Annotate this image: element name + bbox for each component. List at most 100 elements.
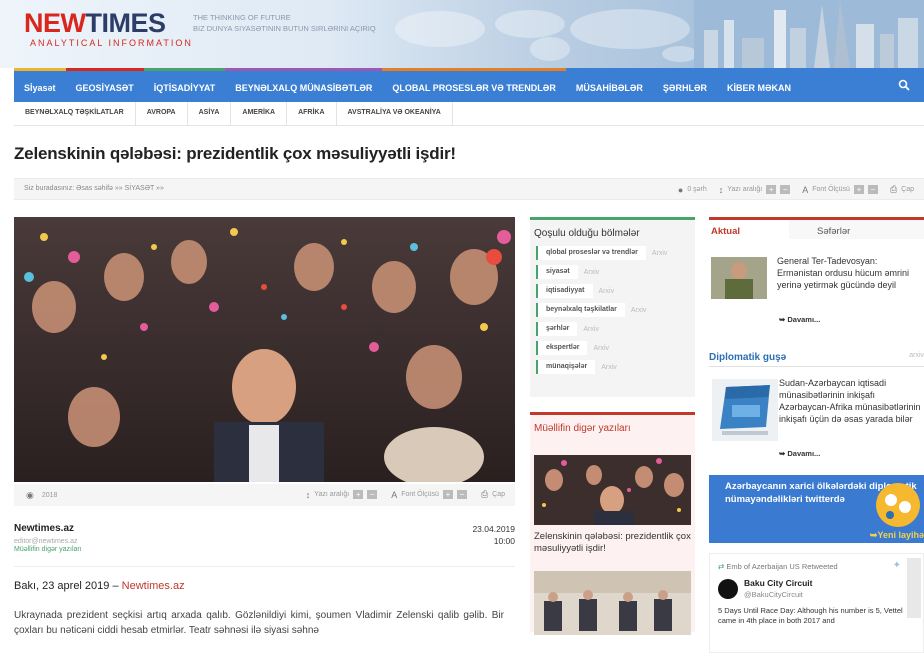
nav-item-qlobal[interactable]: QLOBAL PROSESLƏR VƏ TRENDLƏR: [382, 68, 566, 102]
tweet-author-handle[interactable]: @BakuCityCircuit: [744, 590, 803, 599]
avatar[interactable]: [718, 579, 738, 599]
line-spacing-decrease-button[interactable]: −: [780, 185, 791, 194]
article-body: Ukraynada prezident seçkisi artıq arxada…: [14, 610, 504, 636]
main-nav: Sİyasət GEOSİYASƏT İQTİSADİYYAT BEYNƏLXA…: [14, 68, 924, 102]
read-more-link[interactable]: ➥ Davamı...: [779, 315, 820, 324]
section-archive-link[interactable]: Arxiv: [599, 288, 615, 295]
section-archive-link[interactable]: Arxiv: [584, 269, 600, 276]
tweet-author-name[interactable]: Baku City Circuit: [744, 578, 813, 588]
photo-line-spacing-decrease-button[interactable]: −: [367, 490, 378, 499]
section-archive-link[interactable]: Arxiv: [593, 345, 609, 352]
subnav-item-amerika[interactable]: AMERİKA: [231, 102, 288, 125]
other-post-thumbnail[interactable]: [534, 455, 691, 525]
news-title[interactable]: General Ter-Tadevosyan: Ermənistan ordus…: [777, 255, 924, 291]
section-archive-link[interactable]: Arxiv: [601, 364, 617, 371]
font-size-increase-button[interactable]: +: [853, 185, 864, 194]
photo-tools-bar: ◉ 2018 ↕ Yazı aralığı + − A Font Ölçüsü + − ⎙ Ça…: [14, 484, 515, 506]
nav-item-siyaset[interactable]: Sİyasət: [14, 68, 66, 102]
logo-times-text: TIMES: [85, 8, 167, 38]
new-project-text: Yeni layihə: [877, 530, 924, 540]
site-logo[interactable]: NEWTIMES: [24, 8, 166, 39]
section-tag-qlobal[interactable]: qlobal proseslər və trendlər: [536, 246, 646, 260]
other-posts-heading: Müəllifin digər yazıları: [534, 423, 631, 434]
diplomatic-read-more-label: Davamı...: [787, 449, 821, 458]
search-button[interactable]: [884, 68, 924, 102]
photo-print-button[interactable]: ⎙ Çap: [481, 489, 505, 500]
section-archive-link[interactable]: Arxiv: [652, 250, 668, 257]
section-tag-siyaset[interactable]: siyasət: [536, 265, 578, 279]
tagline-line-2: BIZ DUNYA SIYASƏTININ BUTUN SIRLƏRINI AÇ…: [193, 24, 376, 33]
section-archive-link[interactable]: Arxiv: [631, 307, 647, 314]
subnav-item-avstraliya[interactable]: AVSTRALİYA VƏ OKEANİYA: [337, 102, 453, 125]
subnav-item-teskilatlar[interactable]: BEYNƏLXALQ TƏŞKİLATLAR: [14, 102, 136, 125]
section-tag-ekspertler[interactable]: ekspertlər: [536, 341, 588, 355]
comment-icon: ●: [677, 184, 684, 195]
logo-new-text: NEW: [24, 8, 86, 38]
line-spacing-increase-button[interactable]: +: [766, 185, 777, 194]
author-email[interactable]: editor@newtimes.az: [14, 538, 515, 545]
retweet-label: Emb of Azerbaijan US Retweeted: [726, 562, 838, 571]
line-spacing-control: ↕ Yazı aralığı + −: [719, 185, 791, 195]
nav-item-beynelxalq[interactable]: BEYNƏLXALQ MÜNASİBƏTLƏR: [225, 68, 383, 102]
nav-item-sherhler[interactable]: ŞƏRHLƏR: [652, 68, 717, 102]
divider: [14, 566, 515, 567]
twitter-feed-widget: ⇄ Emb of Azerbaijan US Retweeted ✦ Baku …: [709, 553, 924, 653]
sections-box: Qoşulu olduğu bölmələr qlobal proseslər …: [530, 217, 695, 397]
meeting-photo-graphic: [534, 571, 691, 635]
section-archive-link[interactable]: Arxiv: [583, 326, 599, 333]
article-time: 10:00: [493, 536, 515, 546]
photo-font-size-decrease-button[interactable]: −: [456, 490, 467, 499]
font-size-decrease-button[interactable]: −: [867, 185, 878, 194]
nav-item-iqtisadiyyat[interactable]: İQTİSADİYYAT: [143, 68, 226, 102]
section-item: beynəlxalq təşkilatlar Arxiv: [536, 302, 695, 318]
author-source[interactable]: Newtimes.az: [14, 523, 515, 534]
print-icon: ⎙: [480, 489, 489, 499]
section-item: iqtisadiyyat Arxiv: [536, 283, 695, 299]
photo-tools-right: ↕ Yazı aralığı + − A Font Ölçüsü + − ⎙ Çap: [306, 489, 505, 500]
section-tag-munaqiseler[interactable]: münaqişələr: [536, 360, 596, 374]
other-post-thumbnail-2[interactable]: [534, 571, 691, 635]
photo-line-spacing-increase-button[interactable]: +: [353, 490, 364, 499]
section-tag-teskilatlar[interactable]: beynəlxalq təşkilatlar: [536, 303, 625, 317]
search-icon: [898, 79, 910, 91]
article-photo: [14, 217, 515, 482]
print-button[interactable]: ⎙ Çap: [890, 184, 914, 195]
sections-heading: Qoşulu olduğu bölmələr: [534, 228, 640, 239]
article-tools: ● 0 şərh ↕ Yazı aralığı + − A Font Ölçüsü + − ⎙…: [678, 184, 914, 195]
subnav-item-afrika[interactable]: AFRİKA: [287, 102, 337, 125]
tagline-line-1: THE THINKING OF FUTURE: [193, 13, 291, 22]
breadcrumb[interactable]: Siz buradasınız: Əsas səhifə »» SİYASƏT …: [24, 185, 164, 192]
tagline: THE THINKING OF FUTURE BIZ DUNYA SIYASƏT…: [193, 12, 376, 34]
tab-seferler[interactable]: Səfərlər: [789, 220, 924, 239]
section-item: münaqişələr Arxiv: [536, 359, 695, 375]
section-tag-sherhler[interactable]: şərhlər: [536, 322, 578, 336]
news-thumbnail[interactable]: [711, 257, 767, 299]
nav-item-geosiyaset[interactable]: GEOSİYASƏT: [65, 68, 144, 102]
twitter-project-banner[interactable]: Azərbaycanın xarici ölkələrdəki diplomat…: [709, 475, 924, 543]
section-tag-iqtisadiyyat[interactable]: iqtisadiyyat: [536, 284, 593, 298]
diplomatic-thumbnail[interactable]: [712, 379, 778, 441]
scrollbar[interactable]: [907, 558, 921, 618]
sub-nav: BEYNƏLXALQ TƏŞKİLATLAR AVROPA ASİYA AMER…: [14, 102, 924, 126]
subnav-item-avropa[interactable]: AVROPA: [136, 102, 188, 125]
author-other-posts-link[interactable]: Müəllifin digər yazıları: [14, 546, 515, 553]
retweet-line: ⇄ Emb of Azerbaijan US Retweeted: [718, 562, 838, 571]
author-block: Newtimes.az editor@newtimes.az Müəllifin…: [14, 523, 515, 553]
nav-item-kiber[interactable]: KİBER MƏKAN: [716, 68, 802, 102]
nav-item-musahibeler[interactable]: MÜSAHİBƏLƏR: [565, 68, 653, 102]
photo-font-size-control: A Font Ölçüsü + −: [391, 490, 467, 500]
twitter-bird-icon: ✦: [892, 560, 901, 571]
comments-count: 0 şərh: [687, 186, 707, 193]
lead-source-link[interactable]: Newtimes.az: [122, 580, 185, 592]
diplomatic-news-title[interactable]: Sudan-Azərbaycan iqtisadi münasibətlərin…: [779, 377, 924, 425]
subnav-item-asiya[interactable]: ASİYA: [188, 102, 232, 125]
other-post-title[interactable]: Zelenskinin qələbəsi: prezidentlik çox m…: [534, 531, 694, 555]
diplomatic-archive-link[interactable]: arxiv: [909, 352, 924, 359]
photo-font-size-increase-button[interactable]: +: [442, 490, 453, 499]
comments-link[interactable]: ● 0 şərh: [678, 185, 707, 195]
photo-year: ◉ 2018: [26, 490, 57, 501]
print-icon: ⎙: [889, 184, 898, 194]
diplomatic-read-more-link[interactable]: ➥ Davamı...: [779, 449, 820, 458]
tab-aktual[interactable]: Aktual: [709, 220, 789, 239]
lead-place: Bakı, 23 aprel 2019 –: [14, 580, 119, 592]
